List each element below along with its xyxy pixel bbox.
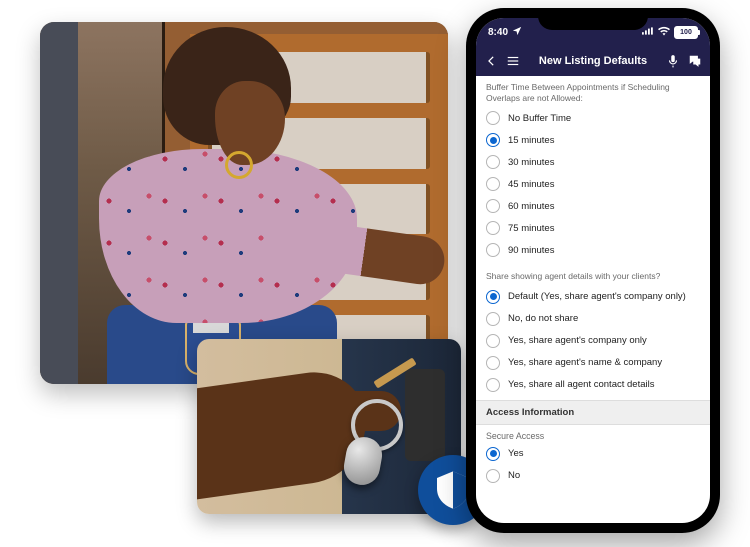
radio-icon [486,312,500,326]
option-label: No [508,470,520,481]
radio-icon [486,199,500,213]
radio-icon [486,111,500,125]
option-label: Yes, share agent's name & company [508,357,662,368]
access-section-header: Access Information [476,400,710,425]
radio-icon [486,243,500,257]
back-icon[interactable] [484,54,498,68]
share-option-3[interactable]: Yes, share agent's name & company [476,352,710,374]
option-label: No Buffer Time [508,113,571,124]
app-header: New Listing Defaults [476,46,710,76]
option-label: Yes, share all agent contact details [508,379,654,390]
option-label: 15 minutes [508,135,554,146]
option-label: Yes, share agent's company only [508,335,647,346]
radio-icon [486,469,500,483]
buffer-section-label: Buffer Time Between Appointments if Sche… [476,76,710,107]
option-label: 30 minutes [508,157,554,168]
option-label: Default (Yes, share agent's company only… [508,291,686,302]
share-section-label: Share showing agent details with your cl… [476,265,710,286]
signal-icon [642,26,654,39]
phone-screen: 8:40 100 New Listing [476,18,710,523]
buffer-option-4[interactable]: 60 minutes [476,195,710,217]
radio-icon [486,221,500,235]
share-option-0[interactable]: Default (Yes, share agent's company only… [476,286,710,308]
location-icon [512,26,522,39]
share-option-2[interactable]: Yes, share agent's company only [476,330,710,352]
phone-mockup: 8:40 100 New Listing [466,8,720,533]
radio-icon [486,155,500,169]
wifi-icon [658,26,670,39]
access-option-1[interactable]: No [476,465,710,487]
mic-icon[interactable] [666,54,680,68]
buffer-option-1[interactable]: 15 minutes [476,129,710,151]
option-label: 90 minutes [508,245,554,256]
radio-icon [486,133,500,147]
radio-icon [486,334,500,348]
buffer-option-0[interactable]: No Buffer Time [476,107,710,129]
option-label: 60 minutes [508,201,554,212]
radio-icon [486,290,500,304]
share-option-1[interactable]: No, do not share [476,308,710,330]
decorative-person [65,27,395,384]
option-label: Yes [508,448,524,459]
option-label: 75 minutes [508,223,554,234]
share-option-4[interactable]: Yes, share all agent contact details [476,374,710,396]
buffer-option-5[interactable]: 75 minutes [476,217,710,239]
menu-icon[interactable] [506,54,520,68]
page-title: New Listing Defaults [528,55,658,67]
settings-scroll[interactable]: Buffer Time Between Appointments if Sche… [476,76,710,523]
battery-indicator: 100 [674,26,698,39]
radio-icon [486,356,500,370]
option-label: No, do not share [508,313,578,324]
secure-access-label: Secure Access [476,425,710,443]
option-label: 45 minutes [508,179,554,190]
status-time: 8:40 [488,27,508,38]
radio-icon [486,447,500,461]
buffer-option-3[interactable]: 45 minutes [476,173,710,195]
radio-icon [486,177,500,191]
buffer-option-6[interactable]: 90 minutes [476,239,710,261]
access-option-0[interactable]: Yes [476,443,710,465]
buffer-option-2[interactable]: 30 minutes [476,151,710,173]
radio-icon [486,378,500,392]
chat-icon[interactable] [688,54,702,68]
photo-woman-opening-door [40,22,448,384]
